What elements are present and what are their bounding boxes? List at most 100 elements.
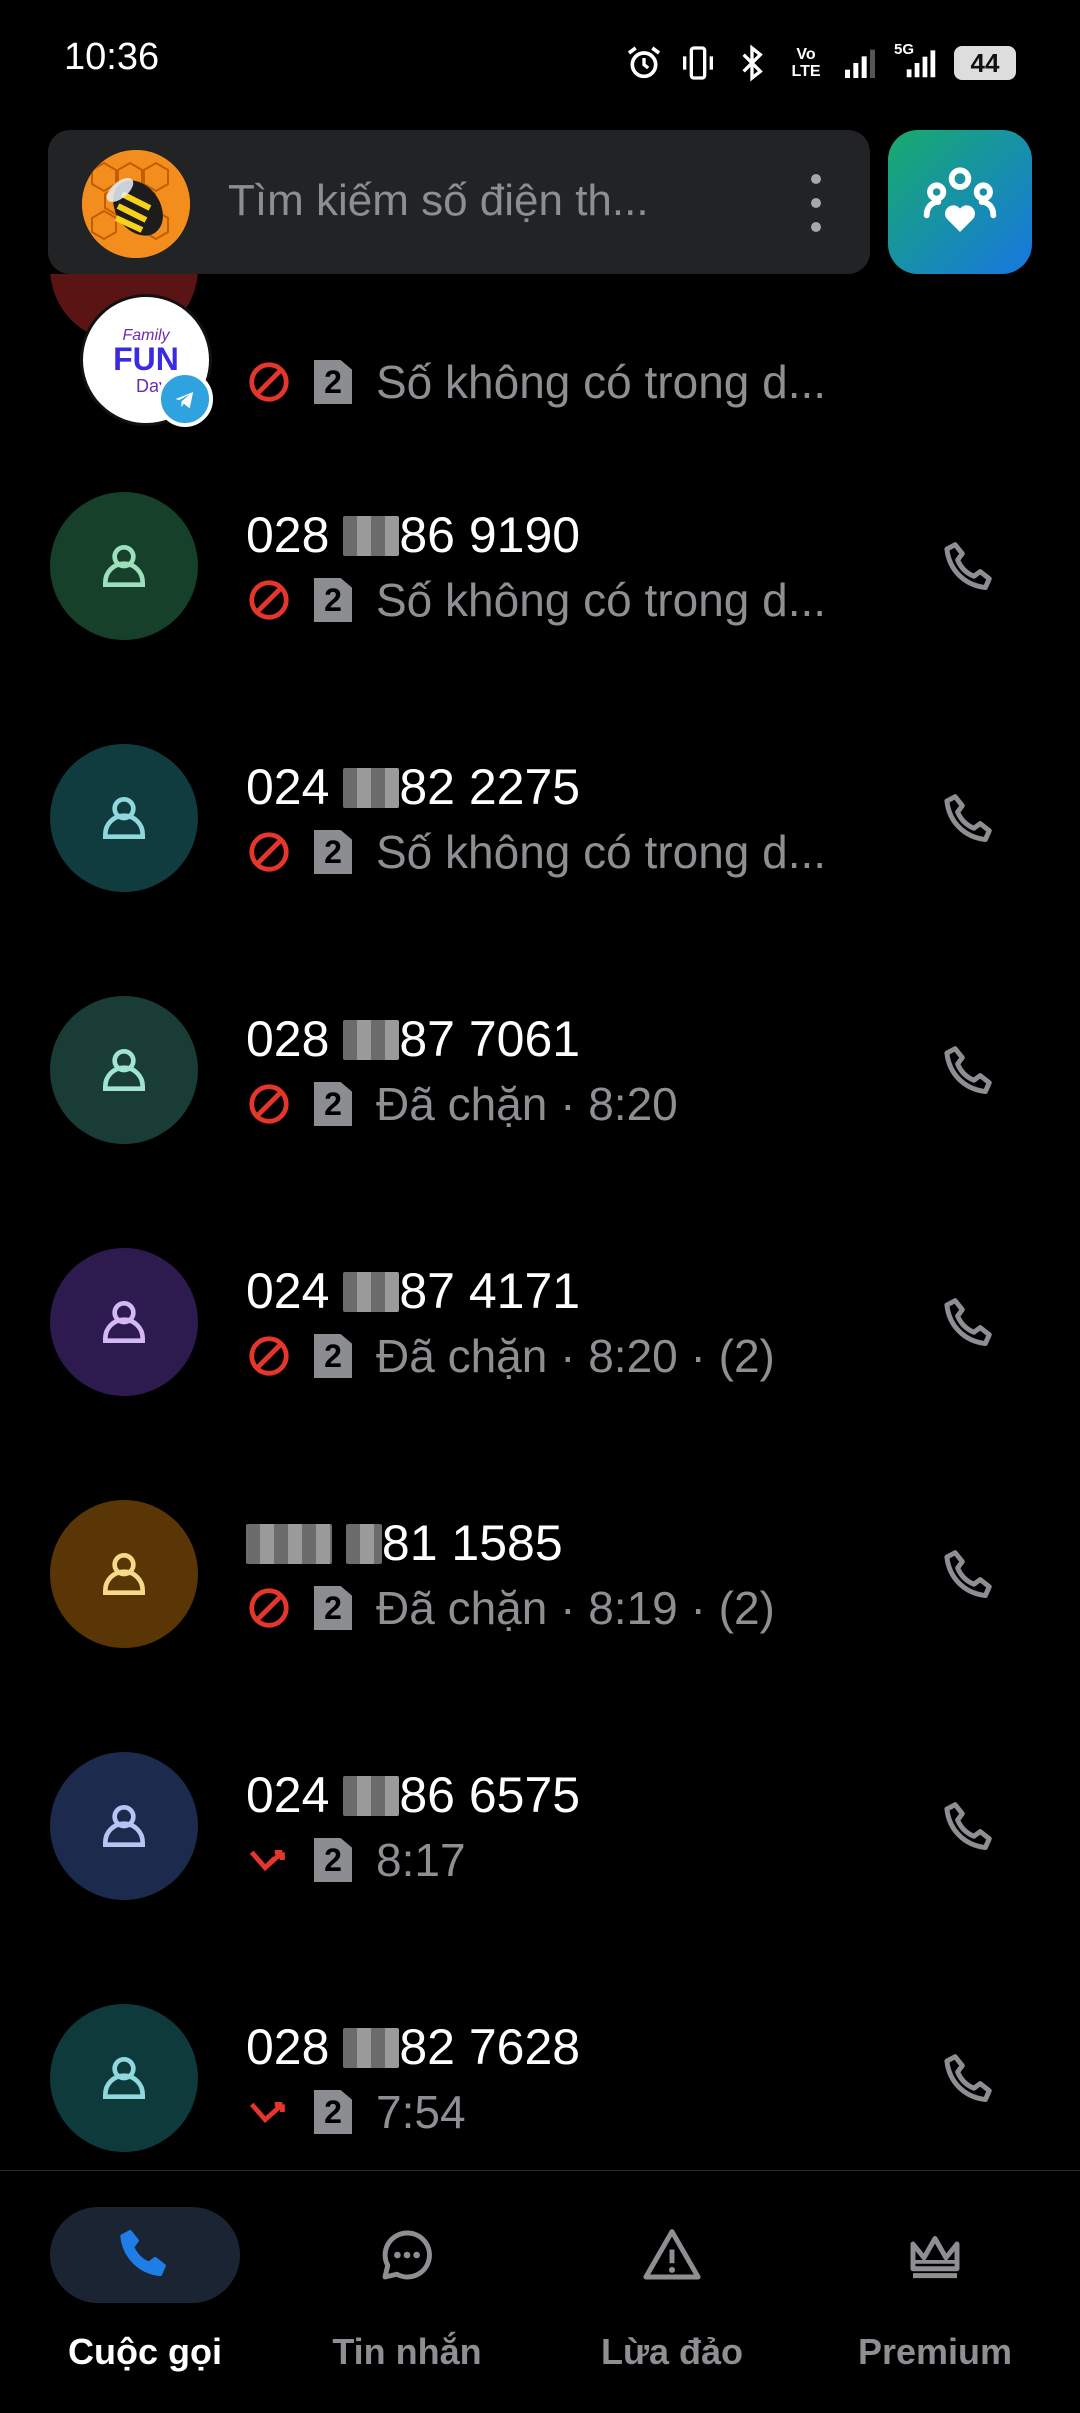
redacted-digits (343, 768, 400, 808)
bottom-navigation: Cuộc gọi Tin nhắn Lừa đảo Premium (0, 2170, 1080, 2413)
signal-icon (840, 43, 880, 83)
tab-messages[interactable]: Tin nhắn (272, 2207, 542, 2377)
tab-calls-label: Cuộc gọi (68, 2331, 222, 2372)
blocked-icon (249, 1084, 289, 1124)
warning-icon (643, 2229, 701, 2280)
call-row[interactable]: 81 1585 2 Đã chặn · 8:19 · (2) (0, 1450, 1080, 1702)
tab-scam-label: Lừa đảo (600, 2331, 744, 2372)
tab-messages-label: Tin nhắn (332, 2331, 482, 2372)
5g-signal-icon: 5G (894, 41, 940, 83)
call-detail-line: 2 7:54 (246, 2084, 466, 2140)
contact-avatar (50, 2004, 198, 2152)
call-row[interactable]: 024 82 2275 2 Số không có trong d... (0, 694, 1080, 946)
tab-calls[interactable]: Cuộc gọi (10, 2207, 280, 2377)
call-row[interactable]: Family FUN Day 2 Số không có trong d... (0, 274, 1080, 466)
blocked-icon (249, 832, 289, 872)
call-detail: Đã chặn · 8:19 · (2) (376, 1582, 775, 1634)
redacted-digits (343, 1272, 400, 1312)
telegram-icon (157, 371, 213, 427)
missed-call-icon (249, 2101, 285, 2124)
call-button[interactable] (930, 1284, 1010, 1364)
vibrate-icon (678, 43, 718, 83)
contact-avatar (50, 1500, 198, 1648)
call-detail: 7:54 (376, 2086, 466, 2138)
call-detail: Số không có trong d... (376, 356, 827, 408)
call-detail: Đã chặn · 8:20 (376, 1078, 678, 1130)
call-row[interactable]: 028 82 7628 2 7:54 (0, 1954, 1080, 2168)
call-detail-line: 2 Đã chặn · 8:20 (246, 1076, 678, 1132)
nav-icon-pill (577, 2207, 767, 2303)
phone-number: 028 86 9190 (246, 507, 581, 563)
contact-avatar (50, 996, 198, 1144)
call-button[interactable] (930, 2040, 1010, 2120)
tab-premium-label: Premium (857, 2331, 1013, 2372)
contact-avatar (50, 1248, 198, 1396)
call-button[interactable] (930, 1788, 1010, 1868)
call-button[interactable] (930, 780, 1010, 860)
sim-2-icon: 2 (314, 578, 352, 622)
person-icon (103, 1301, 145, 1343)
tab-premium[interactable]: Premium (800, 2207, 1070, 2377)
person-icon (103, 545, 145, 587)
call-detail-line: 2 Số không có trong d... (246, 572, 826, 628)
call-detail-line: 2 Đã chặn · 8:19 · (2) (246, 1580, 775, 1636)
person-icon (103, 1049, 145, 1091)
call-row[interactable]: 024 87 4171 2 Đã chặn · 8:20 · (2) (0, 1198, 1080, 1450)
redacted-digits (343, 1776, 400, 1816)
nav-icon-pill (312, 2207, 502, 2303)
family-protection-button[interactable] (888, 130, 1032, 274)
svg-text:FUN: FUN (113, 341, 179, 377)
alarm-icon (624, 43, 664, 83)
call-detail-line: 2 8:17 (246, 1832, 466, 1888)
phone-icon (944, 794, 992, 842)
crown-icon (910, 2236, 960, 2279)
status-bar: 10:36 Vo LTE 5G 44 (0, 0, 1080, 120)
phone-icon (944, 542, 992, 590)
family-icon (923, 167, 997, 232)
redacted-digits (343, 516, 400, 556)
tab-scam[interactable]: Lừa đảo (537, 2207, 807, 2377)
sim-2-icon: 2 (314, 1082, 352, 1126)
phone-number: 024 82 2275 (246, 759, 581, 815)
call-detail: Đã chặn · 8:20 · (2) (376, 1330, 775, 1382)
call-detail-line: 2 Số không có trong d... (246, 824, 826, 880)
call-detail: 8:17 (376, 1834, 466, 1886)
redacted-digits (343, 1020, 400, 1060)
bluetooth-icon (732, 43, 772, 83)
volte-icon: Vo LTE (791, 46, 821, 80)
sim-2-icon: 2 (314, 1586, 352, 1630)
person-icon (103, 2057, 145, 2099)
phone-number: 81 1585 (246, 1514, 563, 1572)
call-row[interactable]: 028 87 7061 2 Đã chặn · 8:20 (0, 946, 1080, 1198)
sim-2-icon: 2 (314, 1334, 352, 1378)
sim-2-icon: 2 (314, 2090, 352, 2134)
redacted-digits (246, 1524, 332, 1564)
chat-bubble-icon (382, 2230, 432, 2280)
call-detail-line: 2 Đã chặn · 8:20 · (2) (246, 1328, 775, 1384)
more-menu-icon[interactable] (806, 174, 826, 232)
blocked-icon (249, 1588, 289, 1628)
status-icons: Vo LTE 5G 44 (624, 38, 1016, 88)
call-row[interactable]: 024 86 6575 2 8:17 (0, 1702, 1080, 1954)
call-log-list[interactable]: Family FUN Day 2 Số không có trong d... … (0, 274, 1080, 2168)
search-input[interactable]: Tìm kiếm số điện th... (228, 176, 649, 226)
call-button[interactable] (930, 1032, 1010, 1112)
call-detail: Số không có trong d... (376, 574, 827, 626)
search-bar[interactable]: Tìm kiếm số điện th... (48, 130, 870, 274)
phone-icon (944, 2054, 992, 2102)
phone-icon (944, 1046, 992, 1094)
nav-icon-pill (50, 2207, 240, 2303)
contact-avatar (50, 492, 198, 640)
nav-icon-pill (840, 2207, 1030, 2303)
person-icon (103, 1805, 145, 1847)
person-icon (103, 797, 145, 839)
call-detail-line: 2 Số không có trong d... (246, 354, 826, 410)
call-button[interactable] (930, 1536, 1010, 1616)
redacted-digits (345, 1524, 382, 1564)
blocked-icon (249, 362, 289, 402)
phone-icon (944, 1802, 992, 1850)
call-row[interactable]: 028 86 9190 2 Số không có trong d... (0, 442, 1080, 694)
profile-avatar[interactable] (82, 150, 190, 258)
person-icon (103, 1553, 145, 1595)
call-button[interactable] (930, 528, 1010, 608)
